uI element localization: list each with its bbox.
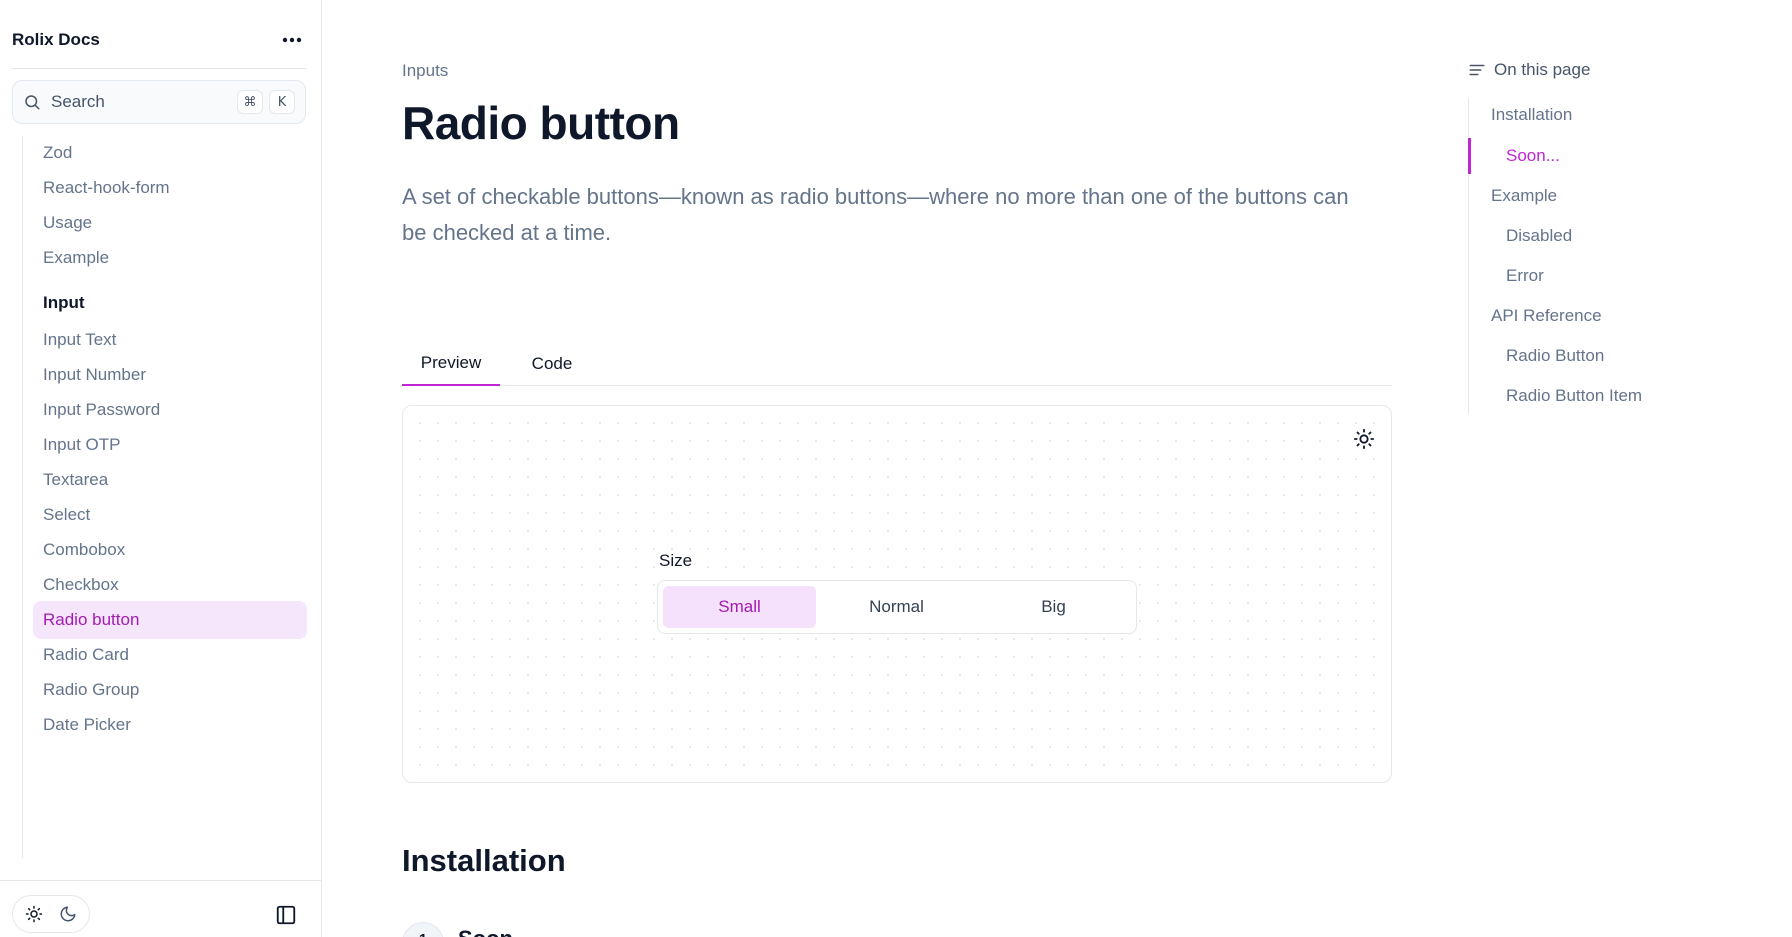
toc-active-marker [1468, 138, 1471, 174]
sidebar-item-input-password[interactable]: Input Password [33, 391, 307, 429]
main-content: Inputs Radio button A set of checkable b… [402, 0, 1392, 937]
page-description: A set of checkable buttons—known as radi… [402, 184, 1349, 245]
radio-option-big[interactable]: Big [977, 586, 1130, 628]
sidebar-nav: Zod React-hook-form Usage Example Input … [22, 136, 308, 858]
size-radio-group: Small Normal Big [657, 580, 1137, 634]
toc-item-installation[interactable]: Installation [1491, 105, 1572, 125]
step-title: Soon... [458, 926, 531, 937]
toggle-sidebar-button[interactable] [272, 901, 300, 929]
sidebar-item-checkbox[interactable]: Checkbox [33, 566, 307, 604]
more-horizontal-icon [282, 37, 302, 43]
toc-item-api-reference[interactable]: API Reference [1491, 306, 1602, 326]
sidebar-item-usage[interactable]: Usage [33, 204, 307, 242]
shortcut-k-key: K [269, 90, 295, 114]
preview-code-tabs: Preview Code [402, 342, 1392, 386]
page-title: Radio button [402, 97, 680, 149]
sidebar-item-textarea[interactable]: Textarea [33, 461, 307, 499]
nav-section-heading-input: Input [43, 293, 85, 312]
sidebar-item-zod[interactable]: Zod [33, 136, 307, 172]
radio-option-normal[interactable]: Normal [820, 586, 973, 628]
light-mode-button[interactable] [20, 900, 48, 928]
toc-item-radio-button[interactable]: Radio Button [1506, 346, 1604, 366]
sun-icon [25, 905, 43, 923]
sidebar-item-radio-card[interactable]: Radio Card [33, 636, 307, 674]
radio-option-small[interactable]: Small [663, 586, 816, 628]
sidebar-item-combobox[interactable]: Combobox [33, 531, 307, 569]
table-of-contents: On this page Installation Soon... Exampl… [1468, 0, 1768, 937]
sidebar-item-input-otp[interactable]: Input OTP [33, 426, 307, 464]
sidebar-item-input-number[interactable]: Input Number [33, 356, 307, 394]
moon-icon [60, 906, 76, 922]
toc-item-error[interactable]: Error [1506, 266, 1544, 286]
text-align-left-icon [1469, 64, 1485, 76]
tab-code[interactable]: Code [512, 342, 592, 386]
sidebar-item-input-text[interactable]: Input Text [33, 321, 307, 359]
toc-item-disabled[interactable]: Disabled [1506, 226, 1572, 246]
sidebar-item-radio-button[interactable]: Radio button [33, 601, 307, 639]
shortcut-cmd-key: ⌘ [237, 90, 263, 114]
search-icon [25, 95, 40, 110]
search-button[interactable]: Search ⌘ K [12, 80, 306, 124]
toc-header: On this page [1468, 60, 1590, 80]
toc-list: Installation Soon... Example Disabled Er… [1468, 98, 1728, 414]
preview-theme-button[interactable] [1349, 424, 1379, 454]
toc-item-soon[interactable]: Soon... [1506, 146, 1560, 166]
theme-toggle [12, 895, 90, 933]
sidebar-item-react-hook-form[interactable]: React-hook-form [33, 169, 307, 207]
sidebar-footer [0, 880, 322, 937]
sidebar-item-radio-group[interactable]: Radio Group [33, 671, 307, 709]
sidebar-header: Rolix Docs [12, 22, 306, 58]
step-number: 1 [402, 922, 444, 937]
dark-mode-button[interactable] [54, 900, 82, 928]
toc-item-radio-button-item[interactable]: Radio Button Item [1506, 386, 1642, 406]
divider [12, 68, 306, 69]
tab-preview[interactable]: Preview [402, 342, 500, 386]
radio-group-label: Size [657, 551, 695, 571]
sidebar: Rolix Docs Search ⌘ K Zod React-hook-for… [0, 0, 322, 937]
search-label: Search [51, 92, 105, 111]
sun-icon [1353, 428, 1375, 450]
sidebar-item-example[interactable]: Example [33, 239, 307, 277]
brand-title[interactable]: Rolix Docs [12, 30, 100, 50]
sidebar-item-select[interactable]: Select [33, 496, 307, 534]
sidebar-item-date-picker[interactable]: Date Picker [33, 706, 307, 744]
breadcrumb[interactable]: Inputs [402, 61, 448, 81]
installation-heading: Installation [402, 843, 566, 878]
toc-title: On this page [1494, 60, 1591, 79]
more-options-button[interactable] [278, 26, 306, 54]
toc-item-example[interactable]: Example [1491, 186, 1557, 206]
sidebar-panel-icon [276, 905, 296, 925]
preview-panel: Size Small Normal Big [402, 405, 1392, 783]
